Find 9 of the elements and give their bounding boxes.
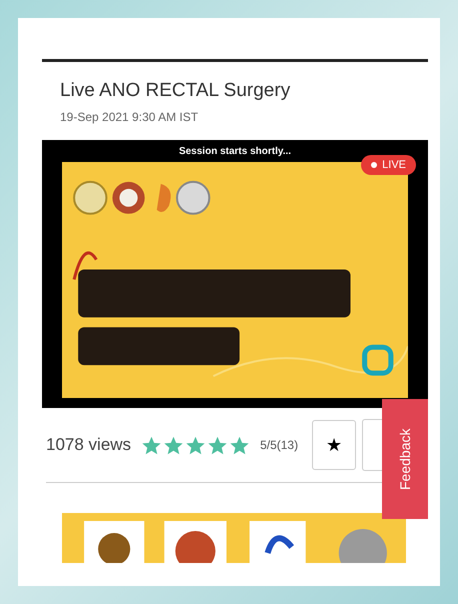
feedback-tab[interactable]: Feedback	[382, 399, 428, 519]
session-notice: Session starts shortly...	[178, 145, 292, 159]
rating-score: 5/5(13)	[260, 438, 298, 452]
event-title: Live ANO RECTAL Surgery	[60, 80, 292, 102]
live-badge: LIVE	[361, 155, 416, 175]
favorite-button[interactable]: ★	[312, 420, 356, 470]
view-count: 1078 views	[46, 435, 132, 455]
video-player[interactable]: Session starts shortly... LIVE	[42, 140, 428, 408]
event-date: 19-Sep 2021 9:30 AM IST	[60, 110, 200, 124]
